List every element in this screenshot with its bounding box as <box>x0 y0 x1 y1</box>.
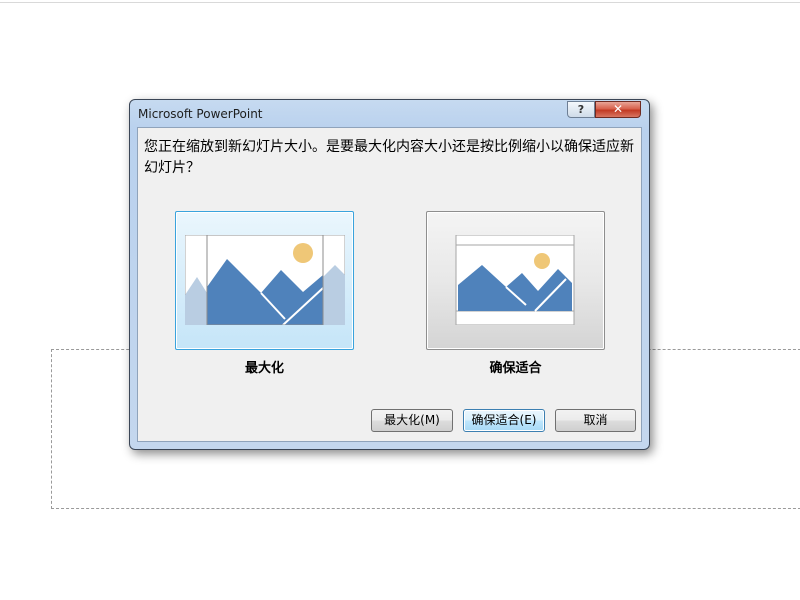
help-button[interactable]: ? <box>567 101 595 118</box>
ensure-fit-option-label: 确保适合 <box>489 361 542 376</box>
scale-dialog: Microsoft PowerPoint ? ✕ 您正在缩放到新幻灯片大小。是要… <box>129 99 650 450</box>
ensure-fit-option-tile[interactable] <box>426 211 605 350</box>
dialog-message: 您正在缩放到新幻灯片大小。是要最大化内容大小还是按比例缩小以确保适应新幻灯片？ <box>144 139 634 176</box>
close-button[interactable]: ✕ <box>595 101 641 118</box>
maximize-preview-icon <box>185 235 345 325</box>
ensure-fit-preview-icon <box>455 235 575 325</box>
cancel-button[interactable]: 取消 <box>555 409 636 432</box>
dialog-titlebar[interactable]: Microsoft PowerPoint ? ✕ <box>130 100 649 127</box>
maximize-option-label: 最大化 <box>244 361 284 376</box>
maximize-button[interactable]: 最大化(M) <box>371 409 453 432</box>
ensure-fit-button[interactable]: 确保适合(E) <box>463 409 545 432</box>
top-divider <box>0 2 800 3</box>
dialog-title: Microsoft PowerPoint <box>138 107 263 121</box>
dialog-content: 您正在缩放到新幻灯片大小。是要最大化内容大小还是按比例缩小以确保适应新幻灯片？ … <box>137 127 642 442</box>
maximize-option-tile[interactable] <box>175 211 354 350</box>
